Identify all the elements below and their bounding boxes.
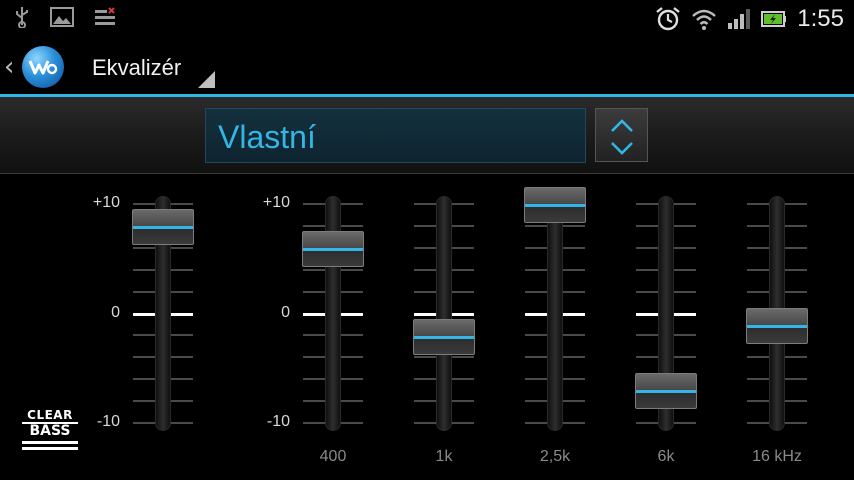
clear-bass-db-label: 0 xyxy=(111,304,120,321)
clear-bass-logo: CLEAR BASS xyxy=(22,408,78,450)
preset-field[interactable]: Vlastní xyxy=(205,108,586,163)
notification-icons xyxy=(14,6,116,28)
band-db-label: -10 xyxy=(266,413,290,430)
preset-spinner-button[interactable] xyxy=(595,108,648,162)
band-db-label: 0 xyxy=(281,304,290,321)
band-freq-label: 16 kHz xyxy=(752,448,802,465)
band-freq-label: 6k xyxy=(657,448,675,465)
clear-bass-bars xyxy=(22,441,78,450)
band-slider-1-thumb[interactable] xyxy=(413,318,475,355)
band-slider-3-thumb[interactable] xyxy=(635,373,697,410)
up-down-chevron-icon xyxy=(611,119,633,155)
clear-bass-slider-thumb-indicator xyxy=(133,226,193,229)
band-slider-1-thumb-indicator xyxy=(414,335,474,339)
clear-bass-db-label: +10 xyxy=(92,194,120,211)
walkman-logo-icon xyxy=(28,60,58,75)
band-slider-3-thumb-indicator xyxy=(636,390,696,394)
preset-bar: Vlastní xyxy=(0,97,854,174)
usb-icon xyxy=(16,7,28,28)
signal-icon xyxy=(728,9,751,29)
system-icons: 1:55 xyxy=(655,4,844,34)
band-slider-4-thumb-indicator xyxy=(747,324,807,328)
band-slider-4-thumb[interactable] xyxy=(746,307,808,344)
clear-bass-label-top: CLEAR xyxy=(27,408,73,422)
band-db-label: +10 xyxy=(262,194,290,211)
clock-time: 1:55 xyxy=(797,5,844,32)
back-icon[interactable]: ‹ xyxy=(4,52,14,82)
battery-icon xyxy=(761,11,787,27)
page-title[interactable]: Ekvalizér xyxy=(92,55,181,81)
image-icon xyxy=(50,7,74,27)
clear-bass-slider-thumb[interactable] xyxy=(132,209,194,245)
equalizer-panel: +10 0 -10 +10 0 -10 400 1k 2,5k 6k 16 kHz xyxy=(0,175,854,480)
band-freq-label: 400 xyxy=(319,448,347,465)
action-bar: ‹ Ekvalizér xyxy=(0,38,854,96)
tasks-icon xyxy=(95,7,115,25)
band-slider-0-thumb[interactable] xyxy=(302,231,364,267)
preset-value: Vlastní xyxy=(218,119,316,155)
wifi-icon xyxy=(692,9,717,30)
walkman-app-icon[interactable] xyxy=(22,46,64,88)
clear-bass-db-label: -10 xyxy=(96,413,120,430)
band-freq-label: 1k xyxy=(435,448,453,465)
status-bar: 1:55 xyxy=(0,0,854,38)
band-slider-0-thumb-indicator xyxy=(303,248,363,251)
band-slider-2-track[interactable] xyxy=(547,196,563,431)
clear-bass-label-bottom: BASS xyxy=(22,422,78,438)
band-slider-1-track[interactable] xyxy=(436,196,452,431)
band-slider-2-thumb-indicator xyxy=(525,204,585,207)
band-freq-label: 2,5k xyxy=(539,448,571,465)
alarm-icon xyxy=(656,7,681,31)
dropdown-triangle-icon[interactable] xyxy=(198,71,215,88)
band-slider-2-thumb[interactable] xyxy=(524,187,586,223)
